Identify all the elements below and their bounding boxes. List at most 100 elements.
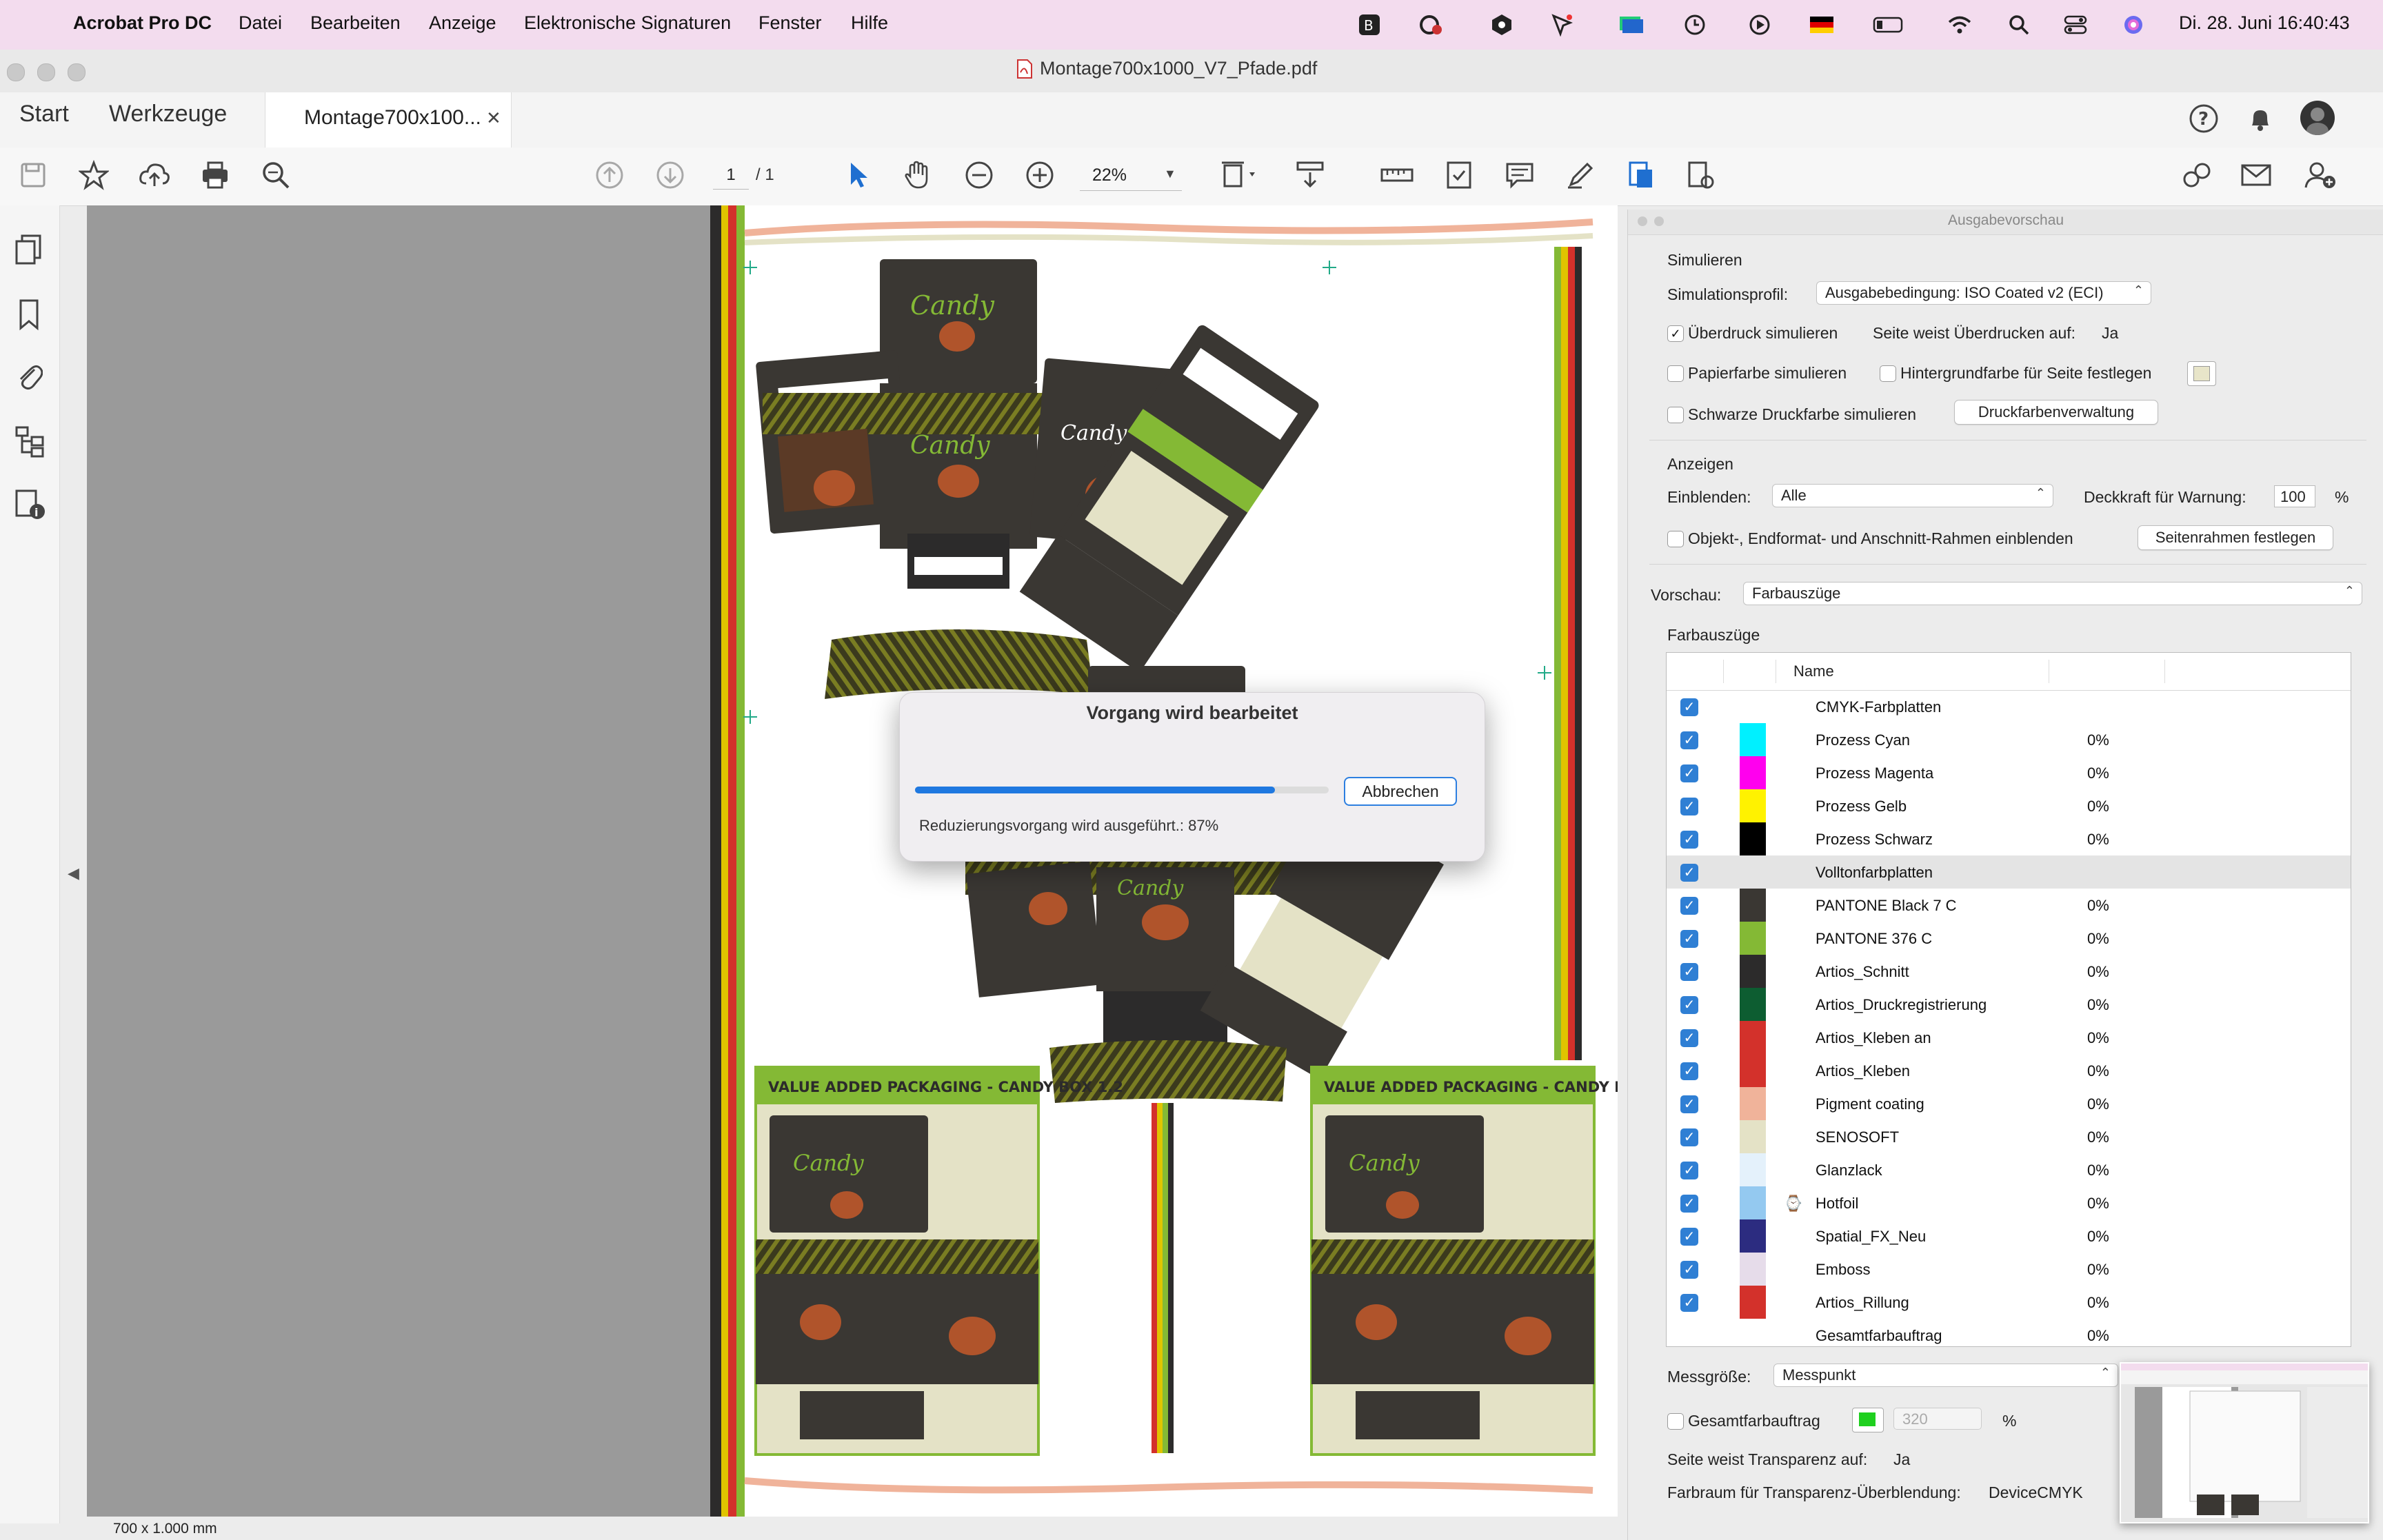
control-center-icon[interactable] bbox=[2060, 10, 2091, 40]
separation-row[interactable]: ✓ Artios_Schnitt 0% bbox=[1667, 955, 2351, 988]
share-link-icon[interactable] bbox=[2178, 156, 2216, 194]
separation-checkbox[interactable]: ✓ bbox=[1680, 864, 1698, 882]
paper-color-checkbox[interactable] bbox=[1667, 365, 1684, 382]
separation-checkbox[interactable]: ✓ bbox=[1680, 831, 1698, 849]
clock[interactable]: Di. 28. Juni 16:40:43 bbox=[2179, 12, 2350, 34]
separation-checkbox[interactable]: ✓ bbox=[1680, 1228, 1698, 1246]
total-area-coverage-checkbox[interactable] bbox=[1667, 1413, 1684, 1430]
spotlight-search-icon[interactable] bbox=[2004, 10, 2034, 40]
window-minimize-button[interactable] bbox=[37, 63, 55, 81]
cloud-upload-icon[interactable] bbox=[135, 156, 174, 194]
shield-app-icon[interactable] bbox=[1487, 10, 1517, 40]
separation-row[interactable]: ✓ Artios_Rillung 0% bbox=[1667, 1286, 2351, 1319]
zoom-in-icon[interactable] bbox=[1020, 156, 1059, 194]
ink-manager-button[interactable]: Druckfarbenverwaltung bbox=[1954, 400, 2158, 425]
pages-thumbnails-icon[interactable] bbox=[14, 233, 44, 270]
output-preview-icon[interactable] bbox=[1622, 156, 1660, 194]
separation-row[interactable]: ✓ ⌚ Hotfoil 0% bbox=[1667, 1186, 2351, 1219]
menu-fenster[interactable]: Fenster bbox=[758, 12, 822, 34]
measure-select[interactable]: Messpunkt bbox=[1773, 1364, 2118, 1387]
separation-checkbox[interactable]: ✓ bbox=[1680, 1162, 1698, 1179]
separation-checkbox[interactable]: ✓ bbox=[1680, 1128, 1698, 1146]
tab-close-icon[interactable]: ✕ bbox=[486, 108, 501, 129]
play-icon[interactable] bbox=[1744, 10, 1775, 40]
separation-checkbox[interactable]: ✓ bbox=[1680, 1294, 1698, 1312]
separation-row[interactable]: ✓ PANTONE Black 7 C 0% bbox=[1667, 889, 2351, 922]
separation-row[interactable]: ✓ Spatial_FX_Neu 0% bbox=[1667, 1219, 2351, 1253]
separation-checkbox[interactable]: ✓ bbox=[1680, 731, 1698, 749]
separation-row[interactable]: ✓ SENOSOFT 0% bbox=[1667, 1120, 2351, 1153]
window-close-button[interactable] bbox=[7, 63, 25, 81]
separation-checkbox[interactable]: ✓ bbox=[1680, 1095, 1698, 1113]
tab-tools[interactable]: Werkzeuge bbox=[109, 101, 227, 128]
print-icon[interactable] bbox=[196, 156, 234, 194]
separation-row[interactable]: ✓ Prozess Schwarz 0% bbox=[1667, 822, 2351, 855]
separation-checkbox[interactable]: ✓ bbox=[1680, 1261, 1698, 1279]
separation-checkbox[interactable]: ✓ bbox=[1680, 1062, 1698, 1080]
save-icon[interactable] bbox=[14, 156, 52, 194]
separation-row[interactable]: ✓ Volltonfarbplatten bbox=[1667, 855, 2351, 889]
bbedit-icon[interactable]: B bbox=[1354, 10, 1385, 40]
cancel-button[interactable]: Abbrechen bbox=[1344, 777, 1457, 806]
scroll-mode-icon[interactable] bbox=[1291, 156, 1329, 194]
zoom-select[interactable]: 22% ▼ bbox=[1080, 161, 1182, 191]
separation-checkbox[interactable]: ✓ bbox=[1680, 1195, 1698, 1213]
siri-icon[interactable] bbox=[2118, 10, 2149, 40]
measure-ruler-icon[interactable] bbox=[1378, 156, 1416, 194]
separation-row[interactable]: ✓ PANTONE 376 C 0% bbox=[1667, 922, 2351, 955]
wifi-icon[interactable] bbox=[1944, 10, 1975, 40]
user-avatar[interactable] bbox=[2300, 101, 2335, 135]
bookmark-star-icon[interactable] bbox=[74, 156, 113, 194]
separation-checkbox[interactable]: ✓ bbox=[1680, 930, 1698, 948]
menu-datei[interactable]: Datei bbox=[239, 12, 282, 34]
select-tool-icon[interactable] bbox=[838, 156, 877, 194]
separation-row[interactable]: ✓ Prozess Gelb 0% bbox=[1667, 789, 2351, 822]
separation-row[interactable]: ✓ Prozess Cyan 0% bbox=[1667, 723, 2351, 756]
show-select[interactable]: Alle bbox=[1772, 484, 2053, 507]
separation-row[interactable]: Gesamtfarbauftrag 0% bbox=[1667, 1319, 2351, 1346]
battery-icon[interactable] bbox=[1873, 10, 1903, 40]
frames-checkbox[interactable] bbox=[1667, 531, 1684, 547]
separation-row[interactable]: ✓ Artios_Kleben an 0% bbox=[1667, 1021, 2351, 1054]
cursor-app-icon[interactable] bbox=[1547, 10, 1578, 40]
name-column-header[interactable]: Name bbox=[1793, 662, 1834, 680]
collapse-panel-arrow-icon[interactable]: ◀ bbox=[68, 864, 79, 882]
hand-tool-icon[interactable] bbox=[898, 156, 936, 194]
email-icon[interactable] bbox=[2237, 156, 2275, 194]
comment-icon[interactable] bbox=[1500, 156, 1539, 194]
separation-row[interactable]: ✓ Artios_Druckregistrierung 0% bbox=[1667, 988, 2351, 1021]
set-page-boxes-button[interactable]: Seitenrahmen festlegen bbox=[2138, 525, 2333, 550]
display-app-icon[interactable] bbox=[1616, 10, 1647, 40]
tab-start[interactable]: Start bbox=[19, 101, 69, 128]
background-color-swatch[interactable] bbox=[2187, 361, 2216, 386]
menu-bearbeiten[interactable]: Bearbeiten bbox=[310, 12, 401, 34]
screenshot-thumbnail[interactable] bbox=[2120, 1362, 2369, 1523]
simulation-profile-select[interactable]: Ausgabebedingung: ISO Coated v2 (ECI) bbox=[1816, 281, 2151, 305]
structure-tree-icon[interactable] bbox=[14, 425, 47, 461]
separation-row[interactable]: ✓ CMYK-Farbplatten bbox=[1667, 690, 2351, 723]
highlight-pen-icon[interactable] bbox=[1561, 156, 1600, 194]
print-production-icon[interactable] bbox=[1681, 156, 1720, 194]
separation-row[interactable]: ✓ Artios_Kleben 0% bbox=[1667, 1054, 2351, 1087]
add-user-icon[interactable] bbox=[2300, 156, 2339, 194]
separation-checkbox[interactable]: ✓ bbox=[1680, 996, 1698, 1014]
separation-checkbox[interactable]: ✓ bbox=[1680, 1029, 1698, 1047]
creative-cloud-icon[interactable] bbox=[1416, 10, 1447, 40]
fill-sign-icon[interactable] bbox=[1440, 156, 1478, 194]
search-zoom-icon[interactable] bbox=[257, 156, 295, 194]
separation-row[interactable]: ✓ Prozess Magenta 0% bbox=[1667, 756, 2351, 789]
overprint-checkbox[interactable]: ✓ bbox=[1667, 325, 1684, 342]
separation-row[interactable]: ✓ Emboss 0% bbox=[1667, 1253, 2351, 1286]
warning-color-swatch[interactable] bbox=[1852, 1408, 1884, 1432]
preview-select[interactable]: Farbauszüge bbox=[1743, 582, 2362, 605]
help-icon[interactable]: ? bbox=[2189, 103, 2219, 134]
pdf-page[interactable]: Candy Candy Candy Candy VALUE ADDED PACK… bbox=[710, 205, 1679, 1523]
page-fit-icon[interactable] bbox=[1219, 156, 1258, 194]
menu-anzeige[interactable]: Anzeige bbox=[429, 12, 496, 34]
attachments-icon[interactable] bbox=[15, 360, 43, 396]
time-machine-icon[interactable] bbox=[1680, 10, 1710, 40]
opacity-input[interactable]: 100 bbox=[2274, 485, 2315, 507]
next-page-icon[interactable] bbox=[651, 156, 690, 194]
zoom-out-icon[interactable] bbox=[960, 156, 998, 194]
flag-de-icon[interactable] bbox=[1807, 10, 1837, 40]
